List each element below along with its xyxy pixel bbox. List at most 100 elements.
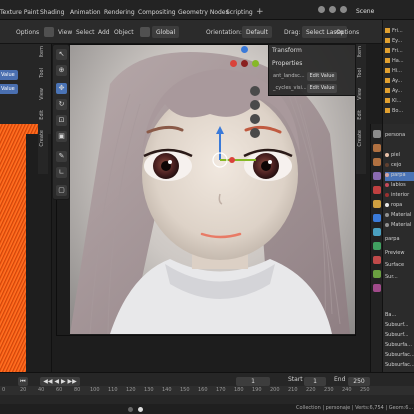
edit-value-button[interactable]: Edit Value xyxy=(307,84,337,93)
material-slot[interactable]: ropa xyxy=(385,202,414,211)
select-tool[interactable]: ↖ xyxy=(56,49,67,60)
subsurface-row[interactable]: Subsurfac... xyxy=(385,352,414,361)
outliner-item[interactable]: Ay... xyxy=(385,78,414,87)
edit-value-button[interactable]: Edit Value xyxy=(307,72,337,81)
particles-icon[interactable] xyxy=(373,228,381,236)
view-menu[interactable]: View xyxy=(58,29,72,36)
material-slot[interactable]: cejo xyxy=(385,162,414,171)
outliner-item[interactable]: Kl... xyxy=(385,98,414,107)
options-menu-right[interactable]: Options xyxy=(336,29,359,36)
tab-edit[interactable]: Edit xyxy=(39,110,47,120)
tab-scripting[interactable]: Scripting xyxy=(226,9,253,16)
transform-icon[interactable] xyxy=(140,27,150,37)
subsurface-row[interactable]: Subsurf... xyxy=(385,332,414,341)
current-frame-field[interactable]: 1 xyxy=(236,377,270,386)
z-axis-icon[interactable] xyxy=(241,46,248,53)
material-slot[interactable]: labios xyxy=(385,182,414,191)
outliner-item[interactable]: Fri... xyxy=(385,28,414,37)
scene-icon[interactable] xyxy=(328,6,336,13)
editor-type-icon[interactable] xyxy=(44,27,54,37)
carousel-dot-active[interactable] xyxy=(138,407,143,412)
camera-icon[interactable] xyxy=(250,114,260,124)
object-properties-icon[interactable] xyxy=(373,200,381,208)
preview-section[interactable]: Preview xyxy=(385,250,414,259)
material-icon[interactable] xyxy=(373,256,381,264)
tab-tool[interactable]: Tool xyxy=(39,68,47,78)
tab-view[interactable]: View xyxy=(39,88,47,100)
texture-icon[interactable] xyxy=(373,284,381,292)
tab-compositing[interactable]: Compositing xyxy=(138,9,176,16)
cursor-tool[interactable]: ⊕ xyxy=(56,65,67,76)
object-name[interactable]: persona xyxy=(385,132,414,141)
output-icon[interactable] xyxy=(373,158,381,166)
grid-icon[interactable] xyxy=(250,128,260,138)
properties-section[interactable]: Properties xyxy=(272,60,302,67)
tab-animation[interactable]: Animation xyxy=(70,9,101,16)
material-slot[interactable]: interior xyxy=(385,192,414,201)
move-tool[interactable]: ✥ xyxy=(56,83,67,94)
zoom-icon[interactable] xyxy=(250,86,260,96)
end-frame-field[interactable]: 250 xyxy=(348,377,370,386)
measure-tool[interactable]: ∟ xyxy=(56,167,67,178)
options-menu-left[interactable]: Options xyxy=(16,29,39,36)
scene-name[interactable]: Scene xyxy=(356,8,374,15)
playback-controls[interactable]: ◀◀ ◀ ▶ ▶▶ xyxy=(40,377,80,386)
pan-hand-icon[interactable] xyxy=(250,100,260,110)
add-cube-tool[interactable]: ▢ xyxy=(56,185,67,196)
scene-icon[interactable] xyxy=(339,6,347,13)
annotate-tool[interactable]: ✎ xyxy=(56,151,67,162)
jump-start-icon[interactable]: ⏮ xyxy=(18,377,28,386)
surface-section[interactable]: Surface xyxy=(385,262,414,271)
tab-geometry-nodes[interactable]: Geometry Nodes xyxy=(178,9,229,16)
subsurface-row[interactable]: Subsurfa... xyxy=(385,342,414,351)
material-slot[interactable]: Material xyxy=(385,222,414,231)
subsurface-row[interactable]: Subsurf... xyxy=(385,322,414,331)
material-slot[interactable]: Material xyxy=(385,212,414,221)
active-material-field[interactable]: parpa xyxy=(385,236,414,245)
material-slot[interactable]: piel xyxy=(385,152,414,161)
tab-item[interactable]: Item xyxy=(357,46,365,57)
orientation-dropdown[interactable]: Default xyxy=(242,26,272,38)
base-color-row[interactable]: Ba... xyxy=(385,312,414,321)
navigation-gizmo[interactable] xyxy=(226,44,262,80)
x-axis-icon[interactable] xyxy=(230,60,237,67)
start-frame-field[interactable]: 1 xyxy=(304,377,326,386)
outliner-item[interactable]: Ey... xyxy=(385,38,414,47)
scale-tool[interactable]: ⊡ xyxy=(56,115,67,126)
tab-create[interactable]: Create xyxy=(357,130,365,147)
tab-texture-paint[interactable]: Texture Paint xyxy=(0,9,39,16)
outliner-item[interactable]: Ha... xyxy=(385,58,414,67)
transform-section[interactable]: Transform xyxy=(272,47,302,54)
physics-icon[interactable] xyxy=(373,242,381,250)
modifier-icon[interactable] xyxy=(373,214,381,222)
tab-shading[interactable]: Shading xyxy=(40,9,64,16)
tab-rendering[interactable]: Rendering xyxy=(104,9,135,16)
scene-icon[interactable] xyxy=(318,6,325,13)
data-icon[interactable] xyxy=(373,270,381,278)
select-menu[interactable]: Select xyxy=(76,29,95,36)
carousel-dot[interactable] xyxy=(128,407,133,412)
outliner-item[interactable]: Fri... xyxy=(385,48,414,57)
tab-create[interactable]: Create xyxy=(39,130,47,147)
value-field[interactable]: Value xyxy=(0,70,18,80)
outliner-item[interactable]: Hi... xyxy=(385,68,414,77)
value-field[interactable]: Value xyxy=(0,84,18,94)
render-icon[interactable] xyxy=(373,144,381,152)
view-layer-icon[interactable] xyxy=(373,172,381,180)
tab-tool[interactable]: Tool xyxy=(357,68,365,78)
tab-view[interactable]: View xyxy=(357,88,365,100)
scene-icon[interactable] xyxy=(373,186,381,194)
tab-edit[interactable]: Edit xyxy=(357,110,365,120)
outliner-item[interactable]: Ay... xyxy=(385,88,414,97)
subsurface-row[interactable]: Subsurfac... xyxy=(385,362,414,371)
rotate-tool[interactable]: ↻ xyxy=(56,99,67,110)
tool-settings-icon[interactable] xyxy=(373,130,381,138)
material-slot-selected[interactable]: parpa xyxy=(385,172,414,181)
transform-tool[interactable]: ▣ xyxy=(56,131,67,142)
object-menu[interactable]: Object xyxy=(114,29,134,36)
add-menu[interactable]: Add xyxy=(98,29,110,36)
tab-item[interactable]: Item xyxy=(39,46,47,57)
global-dropdown[interactable]: Global xyxy=(152,26,180,38)
outliner-item[interactable]: Bo... xyxy=(385,108,414,117)
surface-row[interactable]: Sur... xyxy=(385,274,414,283)
